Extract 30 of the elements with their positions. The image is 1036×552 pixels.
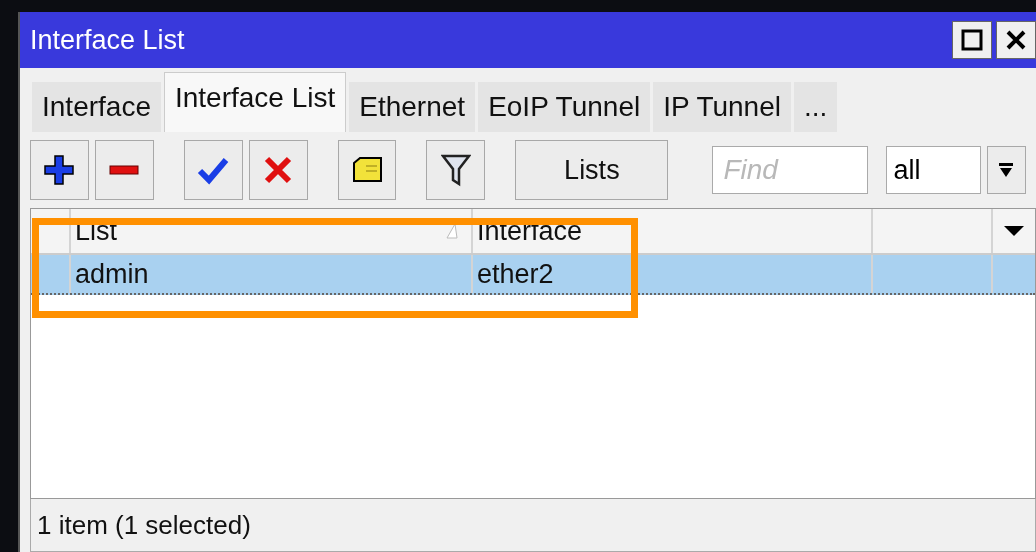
filter-select[interactable]: all bbox=[886, 146, 981, 194]
disable-button[interactable] bbox=[248, 140, 308, 200]
tab[interactable]: ... bbox=[793, 82, 838, 132]
tab[interactable]: Interface List bbox=[163, 72, 347, 132]
table-cell: ether2 bbox=[473, 255, 873, 293]
plus-icon bbox=[42, 153, 77, 187]
minus-icon bbox=[109, 165, 140, 175]
close-button[interactable] bbox=[996, 21, 1036, 59]
tab[interactable]: Interface bbox=[32, 82, 161, 132]
note-icon bbox=[350, 155, 384, 185]
tab[interactable]: IP Tunnel bbox=[653, 82, 791, 132]
tab[interactable]: Ethernet bbox=[349, 82, 476, 132]
maximize-icon bbox=[959, 27, 985, 53]
sort-icon bbox=[445, 223, 459, 239]
window-title: Interface List bbox=[30, 24, 185, 56]
table-cell: admin bbox=[71, 255, 473, 293]
enable-button[interactable] bbox=[183, 140, 243, 200]
filter-button[interactable] bbox=[426, 140, 486, 200]
lists-button[interactable]: Lists bbox=[515, 140, 669, 200]
comment-button[interactable] bbox=[337, 140, 397, 200]
add-button[interactable] bbox=[30, 140, 89, 200]
dropdown-button[interactable] bbox=[986, 146, 1026, 194]
maximize-button[interactable] bbox=[952, 21, 992, 59]
remove-button[interactable] bbox=[94, 140, 154, 200]
filter-icon bbox=[440, 153, 471, 187]
status-text: 1 item (1 selected) bbox=[37, 509, 251, 541]
tab[interactable]: EoIP Tunnel bbox=[478, 82, 651, 132]
table-row[interactable]: admin ether2 bbox=[31, 255, 1035, 295]
down-triangle-icon bbox=[1003, 224, 1025, 238]
find-field[interactable]: Find bbox=[712, 146, 869, 194]
